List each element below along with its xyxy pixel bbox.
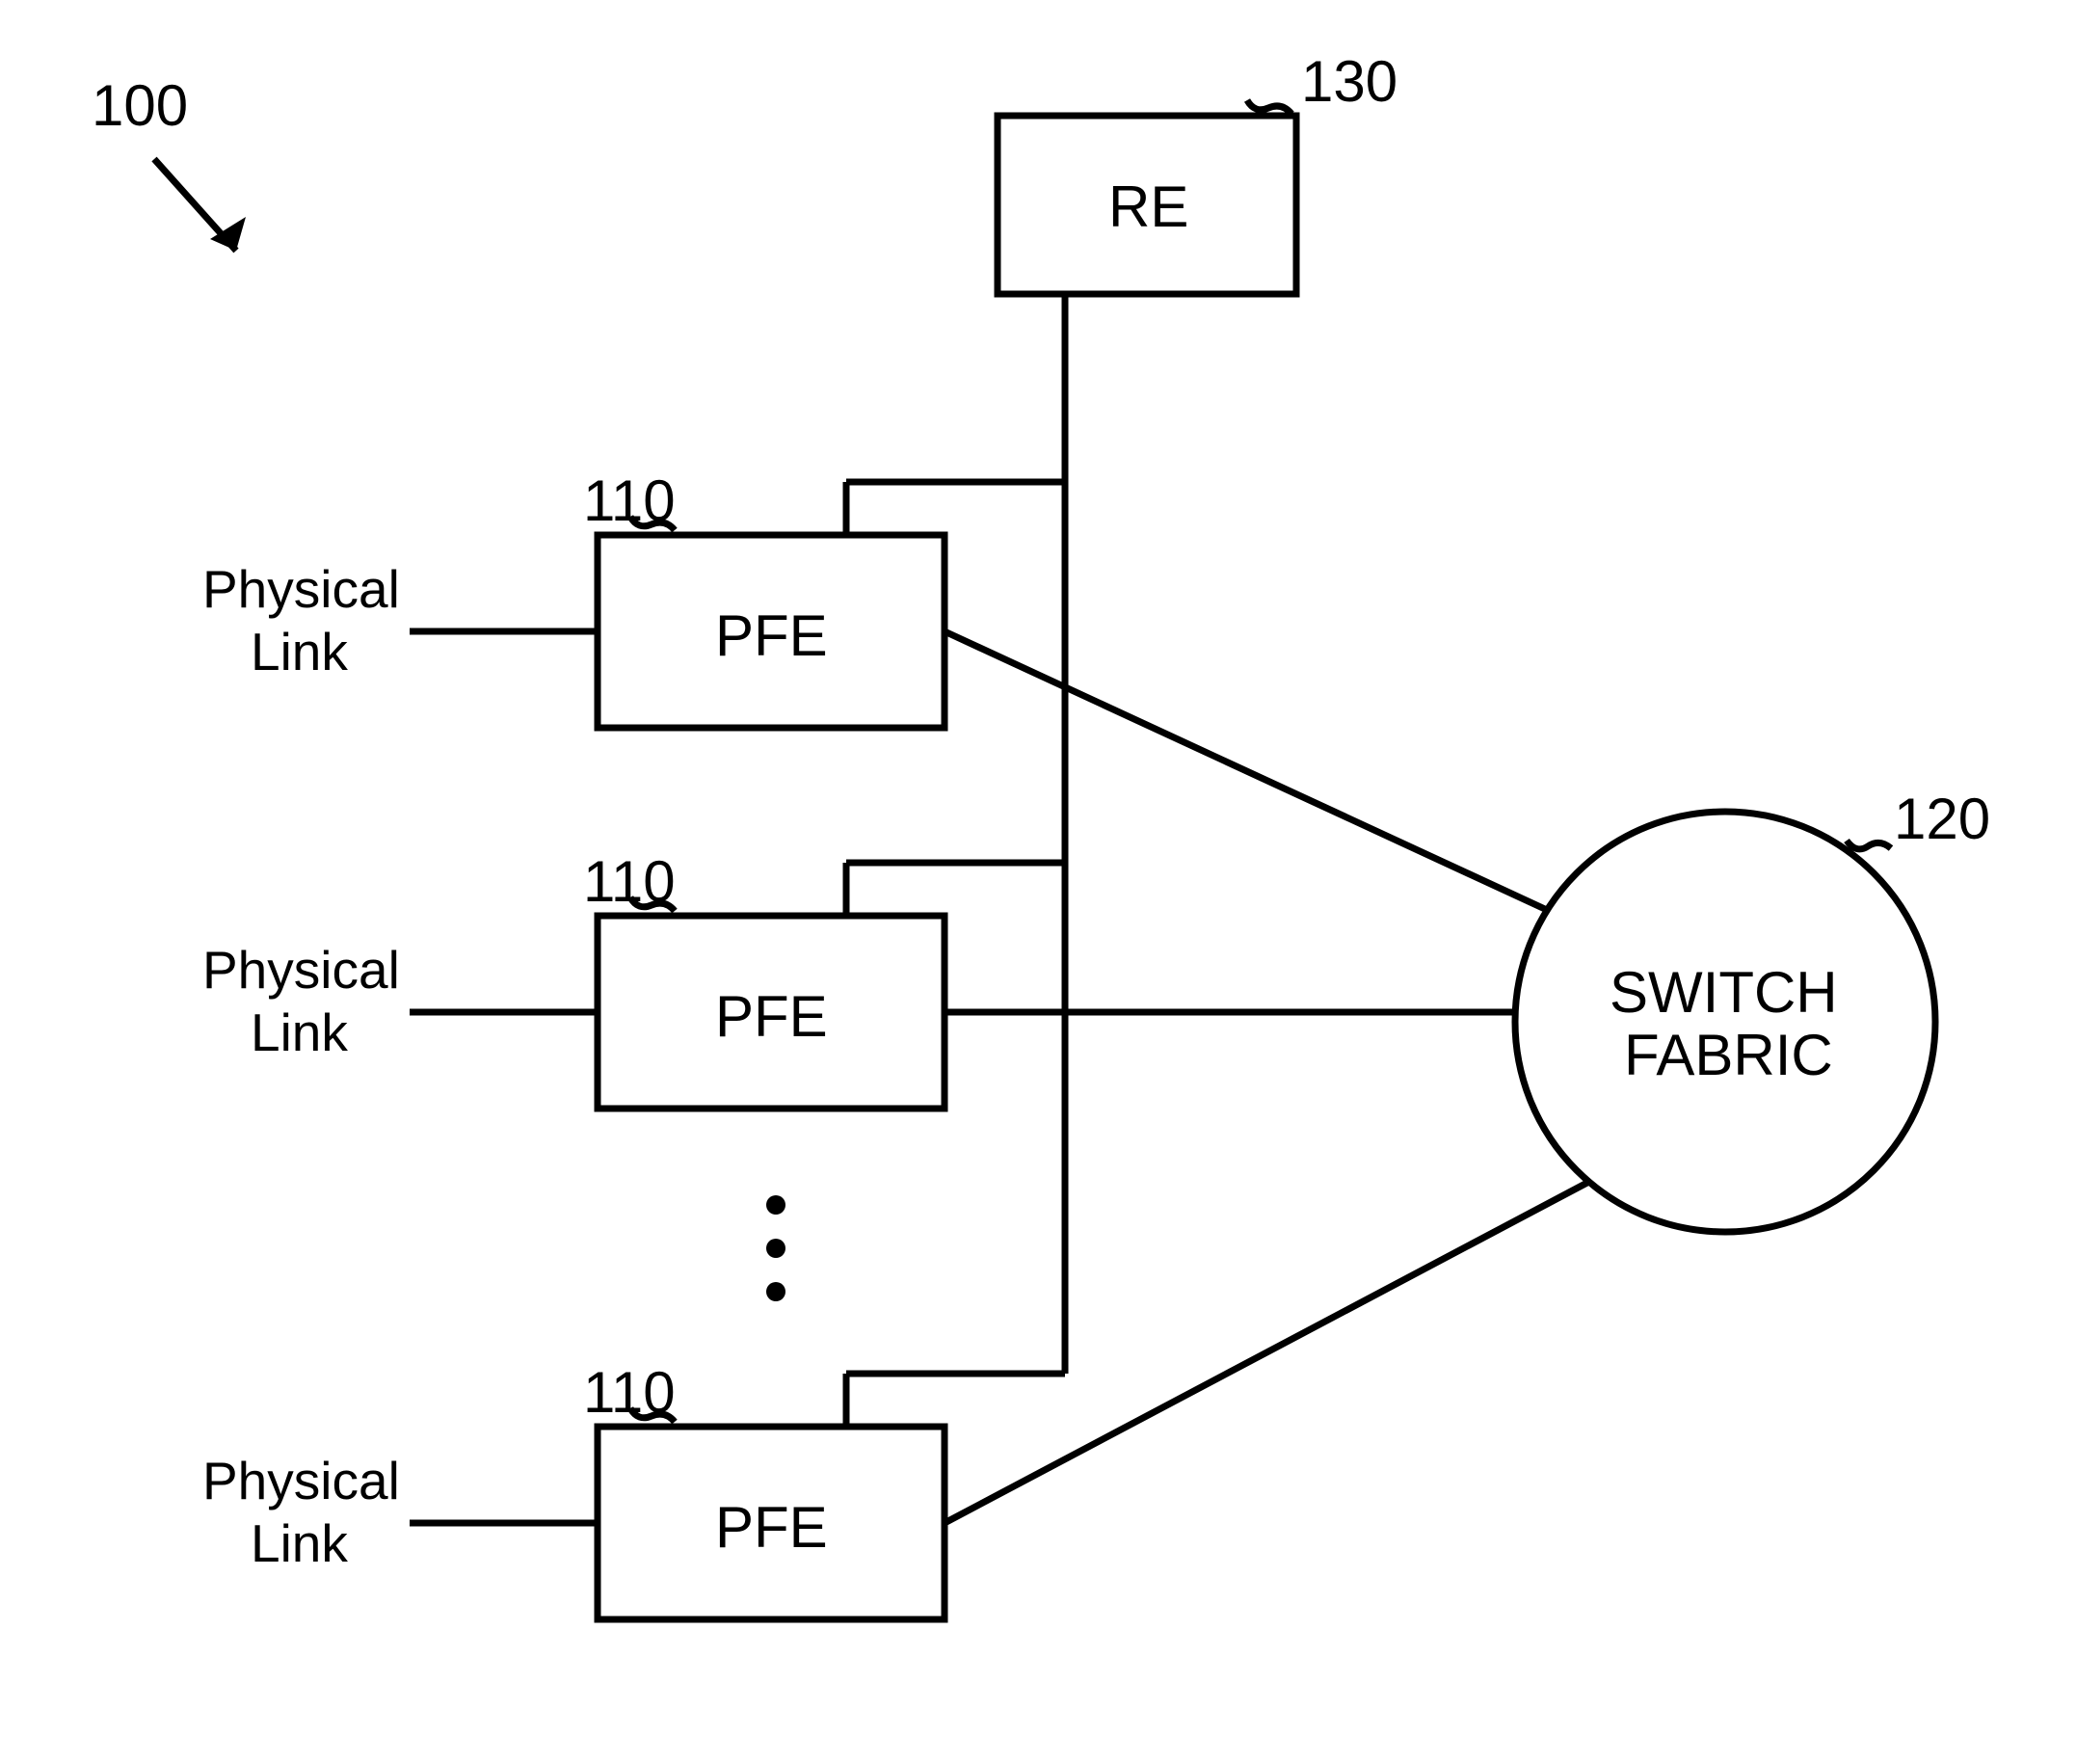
pfe2-label: PFE bbox=[715, 984, 828, 1049]
ellipsis-dot-2 bbox=[766, 1239, 785, 1258]
pfe3-physlink-label-line1: Physical bbox=[202, 1451, 400, 1510]
switch-fabric-label-line1: SWITCH bbox=[1610, 960, 1838, 1025]
re-label: RE bbox=[1108, 174, 1188, 239]
pfe1-label: PFE bbox=[715, 603, 828, 668]
pfe1-to-switch-line bbox=[945, 631, 1559, 916]
switch-fabric-ref-number: 120 bbox=[1894, 787, 1990, 851]
pfe3-physlink-label-line2: Link bbox=[251, 1513, 348, 1573]
pfe1-physlink-label-line1: Physical bbox=[202, 559, 400, 619]
pfe1-physlink-label-line2: Link bbox=[251, 622, 348, 682]
switch-fabric-ref-squiggle bbox=[1847, 841, 1891, 849]
pfe2-physlink-label-line1: Physical bbox=[202, 940, 400, 1000]
pfe3-to-switch-line bbox=[945, 1176, 1600, 1523]
switch-fabric-label-line2: FABRIC bbox=[1624, 1023, 1833, 1087]
ellipsis-dot-1 bbox=[766, 1195, 785, 1215]
pfe2-physlink-label-line2: Link bbox=[251, 1002, 348, 1062]
pfe3-label: PFE bbox=[715, 1495, 828, 1560]
diagram-reference-number: 100 bbox=[92, 73, 188, 138]
re-ref-squiggle bbox=[1247, 100, 1291, 114]
re-ref-number: 130 bbox=[1301, 49, 1397, 114]
diagram-ref-arrowhead bbox=[210, 217, 246, 251]
ellipsis-dot-3 bbox=[766, 1282, 785, 1301]
